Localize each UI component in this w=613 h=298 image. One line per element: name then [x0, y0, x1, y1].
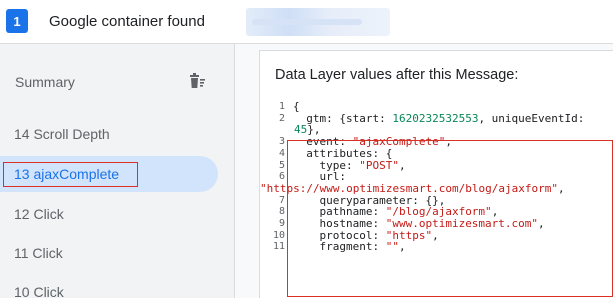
- code-token: ,: [558, 181, 565, 195]
- main-panel: Data Layer values after this Message: 1{…: [235, 44, 613, 298]
- message-item-click-10[interactable]: 10 Click: [0, 274, 218, 298]
- line-text: fragment: "",: [293, 240, 406, 254]
- line-number: 5: [278, 159, 285, 171]
- card-title: Data Layer values after this Message:: [275, 67, 519, 83]
- container-count-badge: 1: [6, 9, 28, 33]
- code-viewer[interactable]: 1{2 gtm: {start: 1620232532553, uniqueEv…: [260, 101, 613, 298]
- code-token: ,: [398, 240, 406, 254]
- code-token: ,: [398, 158, 406, 172]
- code-token: fragment:: [293, 240, 386, 254]
- message-label: 14 Scroll Depth: [14, 126, 110, 142]
- message-label: 11 Click: [14, 245, 63, 261]
- line-number: 11: [272, 241, 285, 253]
- string-token: "": [385, 240, 399, 254]
- message-item-scroll-depth[interactable]: 14 Scroll Depth: [0, 116, 218, 152]
- line-number: 10: [272, 229, 285, 241]
- message-item-ajax-complete[interactable]: 13 ajaxComplete: [0, 156, 218, 192]
- line-number: 9: [278, 218, 285, 229]
- top-bar: 1 Google container found: [0, 0, 613, 44]
- line-number: 4: [278, 147, 285, 159]
- container-found-label: Google container found: [49, 13, 205, 30]
- container-selector[interactable]: [246, 8, 390, 36]
- clear-messages-icon[interactable]: [188, 71, 208, 91]
- line-number: 2: [278, 112, 285, 124]
- message-label: 12 Click: [14, 206, 64, 222]
- message-label: 10 Click: [14, 284, 64, 298]
- code-token: ,: [432, 228, 439, 242]
- string-token: "POST": [359, 158, 399, 172]
- data-layer-card: Data Layer values after this Message: 1{…: [259, 50, 613, 298]
- sidebar: Summary 14 Scroll Depth 13 ajaxComplete …: [0, 44, 235, 298]
- highlight-box: [3, 162, 138, 187]
- summary-label: Summary: [15, 74, 75, 90]
- code-token: ,: [538, 217, 545, 230]
- message-item-click-11[interactable]: 11 Click: [0, 235, 218, 271]
- line-number: 7: [278, 194, 285, 206]
- summary-row[interactable]: Summary: [0, 44, 235, 116]
- code-token: ,: [445, 135, 452, 149]
- number-token: 1620232532553: [392, 111, 479, 125]
- line-number: 1: [278, 101, 285, 112]
- code-token: , uniqueEventId:: [478, 111, 585, 125]
- line-text: gtm: {start: 1620232532553, uniqueEventI…: [293, 111, 585, 125]
- line-number: 3: [278, 136, 285, 148]
- line-number: 8: [278, 206, 285, 218]
- message-item-click-12[interactable]: 12 Click: [0, 196, 218, 232]
